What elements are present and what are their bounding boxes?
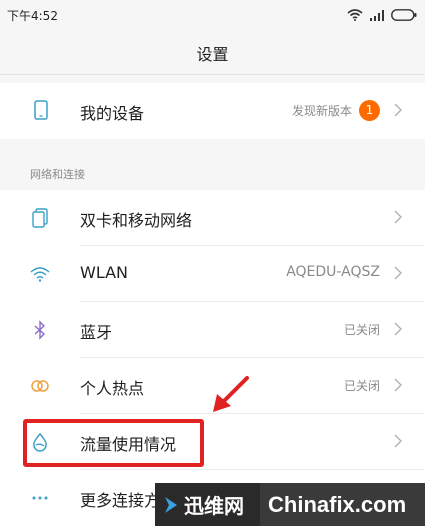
hotspot-label: 个人热点	[80, 379, 145, 398]
signal-icon	[370, 10, 384, 21]
status-icons	[347, 7, 417, 23]
section-title: 网络和连接	[30, 168, 85, 181]
annotation-arrow	[213, 376, 249, 412]
bluetooth-icon	[34, 320, 46, 340]
my-device-label: 我的设备	[80, 104, 145, 123]
hotspot-status: 已关闭	[343, 379, 380, 393]
status-bar: 下午4:52	[0, 0, 425, 30]
section-header-network: 网络和连接	[0, 150, 425, 190]
chevron-right-icon	[394, 322, 402, 336]
chevron-right-icon	[394, 434, 402, 448]
watermark-site: Chinafix.com	[260, 483, 425, 526]
sim-network-row[interactable]: 双卡和移动网络	[0, 190, 425, 246]
watermark: 迅维网 Chinafix.com	[155, 483, 425, 526]
wlan-ssid: AQEDU-AQSZ	[286, 264, 380, 280]
wifi-icon	[30, 267, 50, 282]
network-card: 双卡和移动网络 WLAN AQEDU-AQSZ 蓝牙 已关闭 个人热点 已关闭 …	[0, 190, 425, 526]
watermark-logo-text: 迅维网	[184, 494, 244, 518]
watermark-arrow-icon	[165, 496, 177, 513]
wifi-status-icon	[347, 9, 363, 21]
wlan-label: WLAN	[80, 263, 129, 282]
chevron-right-icon	[394, 266, 402, 280]
bluetooth-status: 已关闭	[343, 323, 380, 337]
page-title: 设置	[196, 45, 229, 64]
bluetooth-row[interactable]: 蓝牙 已关闭	[0, 302, 425, 358]
annotation-highlight-box	[23, 419, 204, 467]
bluetooth-label: 蓝牙	[80, 323, 113, 342]
hotspot-icon	[31, 380, 49, 392]
more-icon	[32, 496, 48, 500]
update-badge: 1	[359, 100, 380, 121]
sim-network-label: 双卡和移动网络	[80, 211, 193, 230]
battery-icon	[391, 9, 417, 21]
title-bar: 设置	[0, 30, 425, 75]
sim-cards-icon	[32, 208, 48, 228]
phone-icon	[34, 100, 48, 120]
wlan-row[interactable]: WLAN AQEDU-AQSZ	[0, 246, 425, 302]
watermark-logo: 迅维网	[155, 483, 260, 526]
chevron-right-icon	[394, 103, 402, 117]
chevron-right-icon	[394, 210, 402, 224]
my-device-row[interactable]: 我的设备 发现新版本 1	[0, 83, 425, 139]
chevron-right-icon	[394, 378, 402, 392]
device-card: 我的设备 发现新版本 1	[0, 83, 425, 139]
update-status: 发现新版本	[291, 104, 352, 118]
status-time: 下午4:52	[7, 9, 58, 23]
